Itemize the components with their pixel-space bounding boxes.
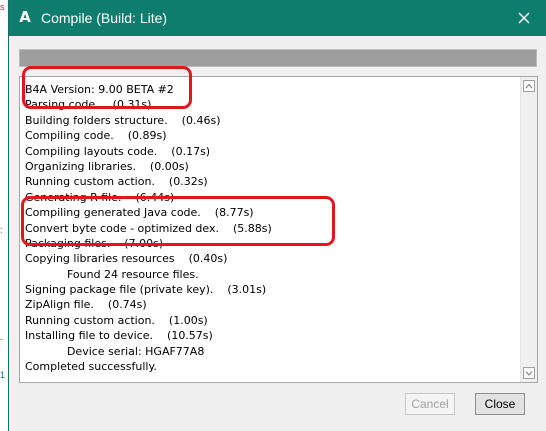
log-line: Building folders structure. (0.46s) bbox=[25, 113, 221, 127]
log-line: B4A Version: 9.00 BETA #2 bbox=[25, 83, 174, 96]
log-scrollbar[interactable] bbox=[520, 77, 537, 382]
log-line: Generating R file. (6.44s) bbox=[25, 190, 175, 204]
close-button[interactable]: Close bbox=[475, 393, 525, 415]
chevron-up-icon bbox=[525, 83, 533, 89]
log-line: Running custom action. (1.00s) bbox=[25, 313, 208, 327]
log-line: Compiling generated Java code. (8.77s) bbox=[25, 206, 254, 220]
log-line: Running custom action. (0.32s) bbox=[25, 175, 208, 189]
log-line: Completed successfully. bbox=[25, 360, 157, 374]
progress-bar-fill bbox=[20, 50, 536, 66]
log-line: Found 24 resource files. bbox=[25, 267, 199, 281]
log-lines: B4A Version: 9.00 BETA #2 Parsing code. (… bbox=[25, 82, 515, 374]
log-line: Organizing libraries. (0.00s) bbox=[25, 159, 189, 173]
log-line: Compiling layouts code. (0.17s) bbox=[25, 144, 211, 158]
compile-dialog: A Compile (Build: Lite) B4A Version: 9.0… bbox=[8, 0, 546, 431]
log-line: Device serial: HGAF77A8 bbox=[25, 344, 205, 358]
b4a-letter-icon: A bbox=[19, 8, 31, 26]
title-bar[interactable]: A Compile (Build: Lite) bbox=[9, 0, 546, 36]
scroll-down-button[interactable] bbox=[523, 367, 535, 379]
log-line: Packaging files. (7.00s) bbox=[25, 236, 164, 250]
background-text-fragment: 1 bbox=[0, 370, 5, 380]
background-text-fragment: - bbox=[0, 334, 3, 344]
background-text-fragment: s bbox=[0, 2, 5, 12]
progress-bar bbox=[19, 49, 537, 67]
log-line: Installing file to device. (10.57s) bbox=[25, 329, 213, 343]
scroll-up-button[interactable] bbox=[523, 80, 535, 92]
background-text-fragment: : bbox=[0, 225, 3, 235]
log-line: ZipAlign file. (0.74s) bbox=[25, 298, 147, 312]
chevron-down-icon bbox=[525, 371, 533, 376]
window-title: Compile (Build: Lite) bbox=[41, 10, 168, 26]
log-line: Convert byte code - optimized dex. (5.88… bbox=[25, 221, 272, 235]
screen: s : - 1 A Compile (Build: Lite) B4A Vers… bbox=[0, 0, 546, 431]
log-line: Parsing code. (0.31s) bbox=[25, 98, 152, 112]
compile-log[interactable]: B4A Version: 9.00 BETA #2 Parsing code. (… bbox=[19, 76, 538, 383]
log-line: Copying libraries resources (0.40s) bbox=[25, 252, 228, 266]
close-icon bbox=[518, 12, 530, 24]
close-window-button[interactable] bbox=[512, 6, 536, 30]
log-line: Signing package file (private key). (3.0… bbox=[25, 283, 267, 297]
log-line: Compiling code. (0.89s) bbox=[25, 129, 167, 143]
cancel-button[interactable]: Cancel bbox=[405, 393, 455, 415]
